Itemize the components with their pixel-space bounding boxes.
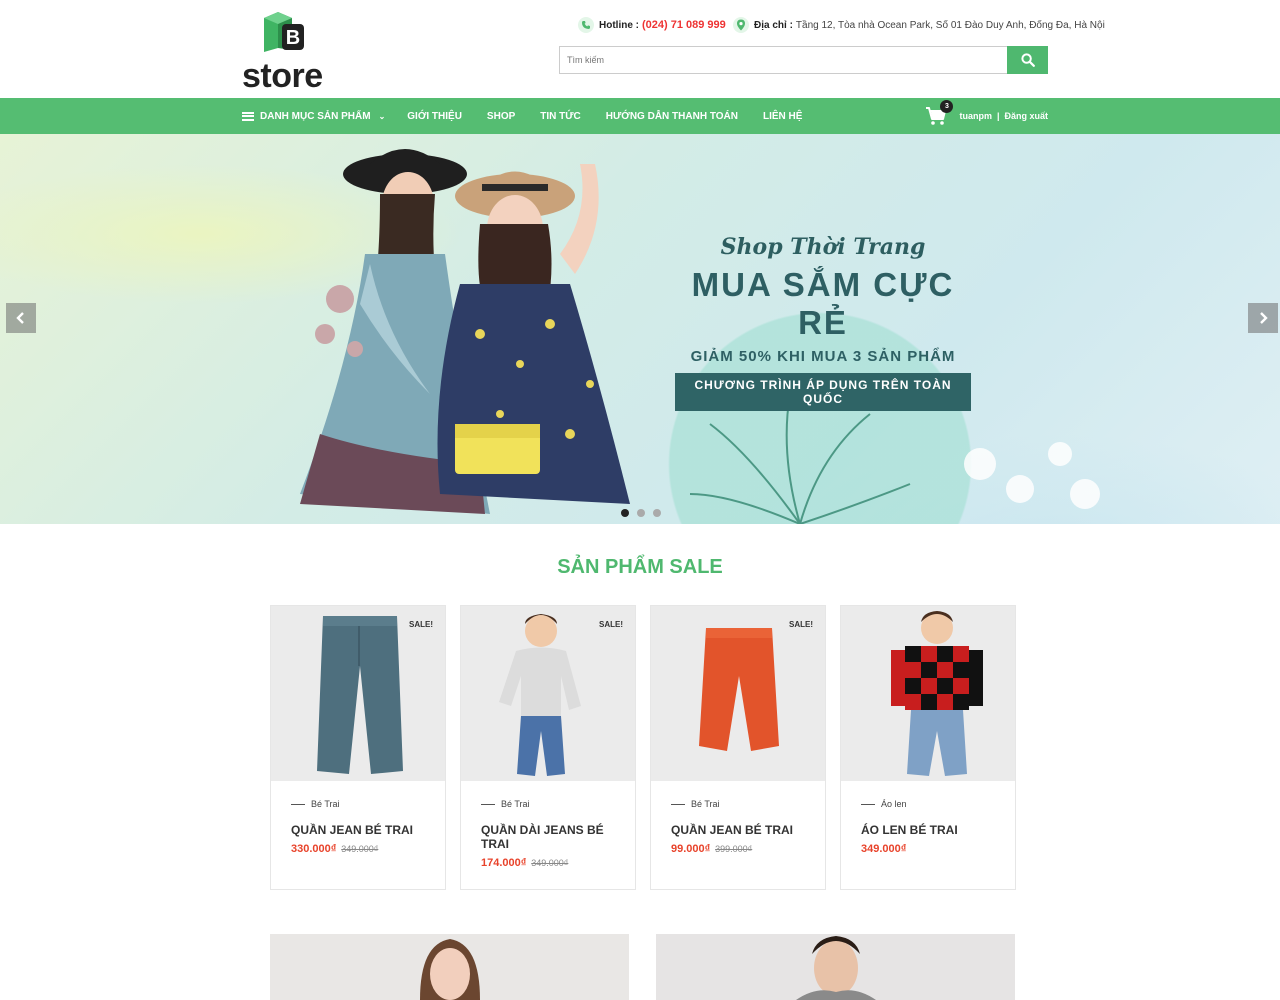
product-sale-price: 99.000₫ — [671, 843, 711, 855]
search-icon — [1020, 53, 1035, 67]
username-link[interactable]: tuanpm — [959, 111, 992, 121]
product-category[interactable]: Bé Trai — [671, 799, 805, 809]
separator: | — [996, 111, 1000, 121]
product-price: 99.000₫ 399.000₫ — [671, 843, 805, 855]
sale-badge: SALE! — [599, 620, 623, 629]
product-price: 330.000₫ 349.000₫ — [291, 843, 425, 855]
product-name[interactable]: QUẦN DÀI JEANS BÉ TRAI — [481, 823, 615, 851]
boy-checkered-sweater-image — [891, 611, 983, 776]
product-category[interactable]: Bé Trai — [291, 799, 425, 809]
jeans-image — [317, 616, 403, 774]
product-name[interactable]: ÁO LEN BÉ TRAI — [861, 823, 995, 837]
chevron-right-icon — [1260, 312, 1268, 324]
slider-dot-1[interactable] — [621, 509, 629, 517]
chevron-down-icon: ⌄ — [378, 111, 386, 121]
hero-palm-leaves-image — [690, 394, 1100, 524]
product-sale-price: 330.000₫ — [291, 843, 337, 855]
hero-line-4: CHƯƠNG TRÌNH ÁP DỤNG TRÊN TOÀN QUỐC — [675, 373, 971, 411]
product-image[interactable]: SALE! — [651, 606, 825, 781]
product-old-price: 399.000₫ — [715, 844, 753, 854]
sale-badge: SALE! — [409, 620, 433, 629]
hotline: Hotline : (024) 71 089 999 — [578, 16, 726, 34]
product-name[interactable]: QUẦN JEAN BÉ TRAI — [291, 823, 425, 837]
address-label: Địa chỉ : — [754, 19, 793, 31]
product-sale-price: 349.000₫ — [861, 843, 907, 855]
logo-cube-icon: B — [264, 12, 304, 52]
hero-line-2: MUA SẮM CỰC RẺ — [691, 266, 955, 341]
cart-button[interactable]: 3 — [925, 100, 954, 126]
hero-slogan: Shop Thời Trang MUA SẮM CỰC RẺ GIẢM 50% … — [675, 234, 971, 411]
slider-next-button[interactable] — [1248, 303, 1278, 333]
chevron-left-icon — [16, 312, 24, 324]
nav-link-payment-guide[interactable]: Hướng dẫn thanh toán — [606, 98, 738, 134]
phone-icon — [578, 17, 594, 33]
nav-link-shop[interactable]: Shop — [487, 98, 515, 134]
product-card[interactable]: SALE! Bé Trai QUẦN DÀI JEANS BÉ TRAI 174… — [460, 605, 636, 890]
nav-link-news[interactable]: Tin tức — [540, 98, 581, 134]
sale-products-grid: SALE! Bé Trai QUẦN JEAN BÉ TRAI 330.000₫… — [270, 605, 1016, 890]
slider-dots — [621, 509, 669, 517]
boy-sweater-jeans-image — [499, 614, 581, 776]
product-image[interactable] — [841, 606, 1015, 781]
svg-text:B: B — [286, 27, 300, 49]
product-price: 349.000₫ — [861, 843, 995, 855]
main-nav: Danh mục sản phẩm ⌄ Giới thiệu Shop Tin … — [0, 98, 1280, 134]
hero-line-3: GIẢM 50% KHI MUA 3 SẢN PHẨM — [690, 348, 956, 365]
menu-icon — [242, 111, 254, 121]
hotline-value[interactable]: (024) 71 089 999 — [642, 19, 726, 31]
nav-link-contact[interactable]: Liên hệ — [763, 98, 802, 134]
category-menu-label: Danh mục sản phẩm — [260, 110, 371, 122]
product-image[interactable]: SALE! — [461, 606, 635, 781]
slider-dot-2[interactable] — [637, 509, 645, 517]
user-area: 3 tuanpm | Đăng xuất — [925, 100, 1048, 126]
location-pin-icon — [733, 17, 749, 33]
hero-line-1: Shop Thời Trang — [720, 234, 926, 260]
hero-models-image — [300, 149, 630, 514]
search-bar — [559, 46, 1048, 74]
product-name[interactable]: QUẦN JEAN BÉ TRAI — [671, 823, 805, 837]
product-card[interactable]: Áo len ÁO LEN BÉ TRAI 349.000₫ — [840, 605, 1016, 890]
nav-link-about[interactable]: Giới thiệu — [407, 98, 462, 134]
product-old-price: 349.000₫ — [341, 844, 379, 854]
sale-badge: SALE! — [789, 620, 813, 629]
orange-pants-image — [699, 628, 779, 751]
logout-link[interactable]: Đăng xuất — [1004, 111, 1048, 121]
slider-dot-3[interactable] — [653, 509, 661, 517]
product-image[interactable]: SALE! — [271, 606, 445, 781]
category-menu-button[interactable]: Danh mục sản phẩm ⌄ — [242, 98, 385, 134]
address-value: Tầng 12, Tòa nhà Ocean Park, Số 01 Đào D… — [795, 19, 1105, 31]
store-logo[interactable]: B store — [242, 10, 342, 95]
logo-text: store — [242, 57, 323, 95]
product-price: 174.000₫ 349.000₫ — [481, 857, 615, 869]
product-category[interactable]: Bé Trai — [481, 799, 615, 809]
product-old-price: 349.000₫ — [531, 858, 569, 868]
sale-section-title: SẢN PHẨM SALE — [557, 556, 723, 578]
search-input[interactable] — [559, 46, 1007, 74]
address: Địa chỉ : Tầng 12, Tòa nhà Ocean Park, S… — [733, 16, 1105, 34]
man-model-image — [656, 934, 1015, 1000]
promo-banner-women[interactable] — [270, 934, 629, 1000]
search-button[interactable] — [1007, 46, 1048, 74]
product-category[interactable]: Áo len — [861, 799, 995, 809]
product-sale-price: 174.000₫ — [481, 857, 527, 869]
product-card[interactable]: SALE! Bé Trai QUẦN JEAN BÉ TRAI 99.000₫ … — [650, 605, 826, 890]
cart-count-badge: 3 — [940, 100, 954, 113]
promo-banner-men[interactable] — [656, 934, 1015, 1000]
header: B store Hotline : (024) 71 089 999 Địa c… — [0, 0, 1280, 98]
hero-slider: Shop Thời Trang MUA SẮM CỰC RẺ GIẢM 50% … — [0, 134, 1280, 524]
product-card[interactable]: SALE! Bé Trai QUẦN JEAN BÉ TRAI 330.000₫… — [270, 605, 446, 890]
slider-prev-button[interactable] — [6, 303, 36, 333]
hotline-label: Hotline : — [599, 19, 639, 31]
woman-model-image — [270, 934, 629, 1000]
promo-banners — [270, 934, 1015, 1000]
